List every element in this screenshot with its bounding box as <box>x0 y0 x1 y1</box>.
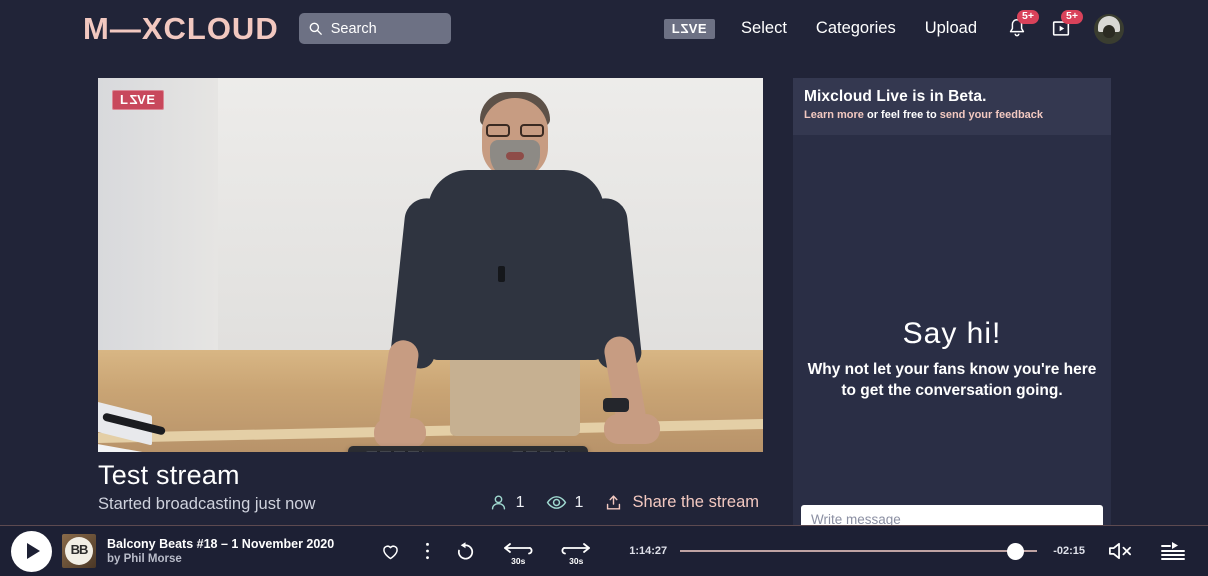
chat-empty-title: Say hi! <box>902 317 1002 350</box>
broadcaster-hand-left <box>374 418 426 448</box>
share-stream-label: Share the stream <box>632 493 759 511</box>
notifications-button[interactable]: 5+ <box>1006 9 1039 41</box>
beta-title: Mixcloud Live is in Beta. <box>804 88 987 105</box>
broadcaster-mouth <box>506 152 524 160</box>
mute-button[interactable] <box>1107 540 1134 562</box>
broadcaster-torso <box>428 170 604 360</box>
play-icon <box>27 543 40 559</box>
video-live-badge: LZVE <box>112 90 164 110</box>
forward-30s-label: 30s <box>569 556 584 566</box>
progress-track <box>680 550 1038 552</box>
replay-button[interactable] <box>454 540 477 563</box>
person-icon <box>489 493 508 512</box>
search-placeholder-text: Search <box>330 20 377 37</box>
broadcaster-hand-right <box>604 414 660 444</box>
search-input[interactable]: Search <box>298 13 451 44</box>
track-thumbnail[interactable]: BB <box>62 534 96 568</box>
broadcaster-trousers <box>450 350 580 436</box>
notifications-badge: 5+ <box>1017 9 1039 25</box>
stream-title: Test stream <box>98 460 240 490</box>
live-video-player[interactable]: Pioneer DJ LZVE <box>98 78 763 452</box>
views-stat: 1 <box>546 492 584 513</box>
video-wall-left <box>98 78 218 358</box>
uploads-badge: 5+ <box>1061 9 1083 25</box>
stream-subtitle: Started broadcasting just now <box>98 495 316 513</box>
header-nav: LZVE Select Categories Upload 5+ 5+ <box>663 9 1124 44</box>
progress-bar[interactable] <box>680 543 1038 560</box>
track-thumbnail-label: BB <box>70 542 89 557</box>
nav-select[interactable]: Select <box>741 19 787 38</box>
broadcaster-glasses <box>486 124 544 137</box>
eye-icon <box>546 492 567 513</box>
mixcloud-live-page: M—XCLOUD Search LZVE Select Categories U… <box>0 0 1208 576</box>
mixcloud-logo[interactable]: M—XCLOUD <box>83 13 279 44</box>
more-options-button[interactable] <box>425 541 430 561</box>
share-stream-button[interactable]: Share the stream <box>604 493 759 512</box>
site-header: M—XCLOUD Search LZVE Select Categories U… <box>0 0 1208 57</box>
learn-more-link[interactable]: Learn more <box>804 109 864 121</box>
video-laptop <box>98 400 188 452</box>
beta-subtitle: Learn more or feel free to send your fee… <box>804 109 1100 121</box>
avatar[interactable] <box>1094 13 1124 44</box>
nav-upload[interactable]: Upload <box>925 19 977 38</box>
rewind-30s-button[interactable]: 30s <box>501 543 535 566</box>
chat-panel: Mixcloud Live is in Beta. Learn more or … <box>793 78 1111 533</box>
listeners-stat: 1 <box>489 493 525 512</box>
track-title[interactable]: Balcony Beats #18 – 1 November 2020 <box>107 537 334 551</box>
track-info: Balcony Beats #18 – 1 November 2020 by P… <box>107 537 334 565</box>
forward-30s-button[interactable]: 30s <box>559 543 593 566</box>
broadcaster-watch <box>603 398 629 412</box>
beta-middle-text: or feel free to <box>863 109 940 121</box>
uploads-button[interactable]: 5+ <box>1050 9 1083 41</box>
chat-empty-body: Why not let your fans know you're here t… <box>807 361 1097 399</box>
elapsed-time: 1:14:27 <box>629 545 668 557</box>
rewind-30s-label: 30s <box>511 556 526 566</box>
progress-handle[interactable] <box>1007 543 1025 560</box>
chat-empty-state: Say hi! Why not let your fans know you'r… <box>793 317 1111 402</box>
nav-categories[interactable]: Categories <box>816 19 896 38</box>
share-upload-icon <box>604 493 623 512</box>
search-icon <box>309 22 322 35</box>
nav-live-chip[interactable]: LZVE <box>663 18 716 39</box>
favorite-button[interactable] <box>380 541 401 562</box>
avatar-face <box>1103 24 1115 38</box>
play-button[interactable] <box>11 530 52 572</box>
dj-controller: Pioneer DJ <box>348 446 588 452</box>
broadcaster-mic <box>498 266 505 282</box>
queue-button[interactable] <box>1160 541 1186 561</box>
listeners-count: 1 <box>515 493 525 511</box>
beta-banner: Mixcloud Live is in Beta. Learn more or … <box>793 78 1111 135</box>
send-feedback-link[interactable]: send your feedback <box>940 109 1043 121</box>
track-artist[interactable]: by Phil Morse <box>107 553 334 565</box>
player-controls: 30s 30s <box>356 540 617 566</box>
player-bar: BB Balcony Beats #18 – 1 November 2020 b… <box>0 525 1208 576</box>
remaining-time: -02:15 <box>1053 545 1085 557</box>
stream-stats: 1 1 Share the stream <box>489 492 759 513</box>
chat-messages-area: Say hi! Why not let your fans know you'r… <box>793 135 1111 490</box>
views-count: 1 <box>574 493 584 511</box>
stream-meta: Test stream Started broadcasting just no… <box>98 460 315 514</box>
